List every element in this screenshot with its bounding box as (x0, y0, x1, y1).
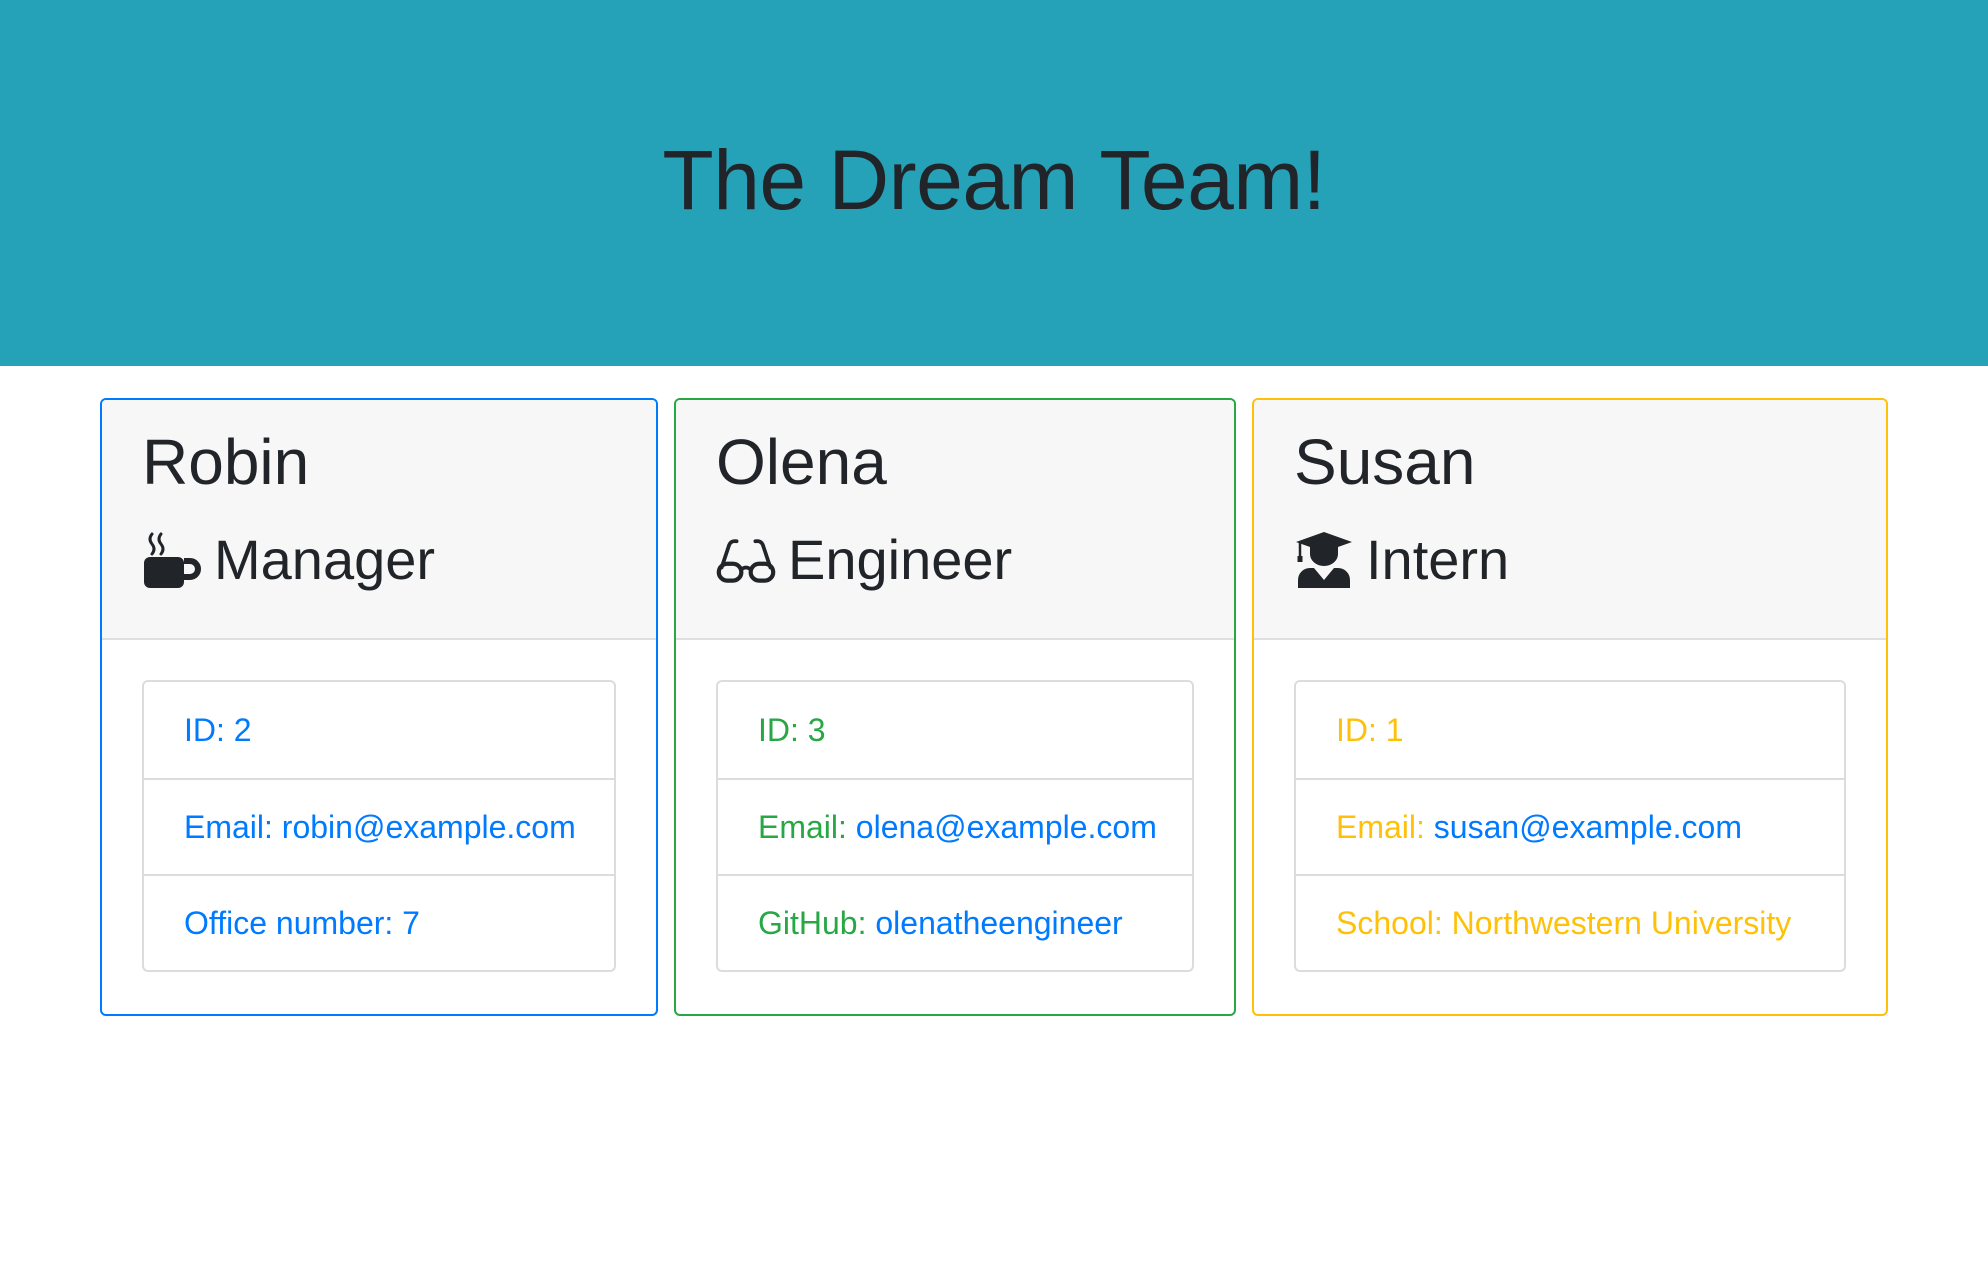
employee-role: Intern (1294, 530, 1846, 590)
school-label: School: Northwestern University (1336, 904, 1792, 941)
employee-name: Robin (142, 426, 310, 498)
card-body: ID: 2 Email: robin@example.com Office nu… (102, 640, 656, 972)
employee-role-label: Manager (214, 528, 436, 591)
email-label: Email: (184, 808, 273, 845)
list-item-id: ID: 1 (1336, 711, 1404, 748)
employee-role: Engineer (716, 530, 1194, 590)
email-link[interactable]: olena@example.com (856, 809, 1157, 846)
mug-hot-icon (142, 530, 202, 590)
employee-details: ID: 3 Email: olena@example.com GitHub: o… (716, 680, 1194, 972)
list-item-id: ID: 2 (184, 711, 252, 748)
user-graduate-icon (1294, 530, 1354, 590)
card-body: ID: 3 Email: olena@example.com GitHub: o… (676, 640, 1234, 972)
card-header: Robin Manager (102, 400, 656, 640)
employee-card-manager: Robin Manager ID: 2 Email: robin@example… (100, 398, 658, 1016)
email-label: Email: (1336, 808, 1425, 845)
email-link[interactable]: susan@example.com (1434, 809, 1742, 846)
list-item-github: GitHub: olenatheengineer (718, 874, 1192, 970)
list-item-id: ID: 3 (758, 711, 826, 748)
employee-name: Susan (1294, 426, 1476, 498)
list-item-school: School: Northwestern University (1296, 874, 1844, 970)
employee-card-engineer: Olena Engineer ID: 3 Email: olena@exampl… (674, 398, 1236, 1016)
employee-role: Manager (142, 530, 616, 590)
list-item-email: Email: olena@example.com (718, 778, 1192, 874)
email-label: Email: (758, 808, 847, 845)
github-label: GitHub: (758, 904, 867, 941)
employee-role-label: Intern (1366, 528, 1510, 591)
page-header: The Dream Team! (0, 0, 1988, 366)
list-item-office-number: Office number: 7 (144, 874, 614, 970)
email-link[interactable]: robin@example.com (282, 809, 576, 846)
card-header: Susan Intern (1254, 400, 1886, 640)
list-item-email: Email: robin@example.com (144, 778, 614, 874)
office-number-label: Office number: 7 (184, 904, 420, 941)
list-item-email: Email: susan@example.com (1296, 778, 1844, 874)
github-link[interactable]: olenatheengineer (875, 905, 1122, 942)
employee-card-intern: Susan Intern ID: 1 Email: susan@example.… (1252, 398, 1888, 1016)
card-header: Olena Engineer (676, 400, 1234, 640)
employee-name: Olena (716, 426, 887, 498)
card-body: ID: 1 Email: susan@example.com School: N… (1254, 640, 1886, 972)
page-title: The Dream Team! (662, 132, 1326, 227)
employee-details: ID: 1 Email: susan@example.com School: N… (1294, 680, 1846, 972)
glasses-icon (716, 530, 776, 590)
employee-details: ID: 2 Email: robin@example.com Office nu… (142, 680, 616, 972)
employee-role-label: Engineer (788, 528, 1013, 591)
